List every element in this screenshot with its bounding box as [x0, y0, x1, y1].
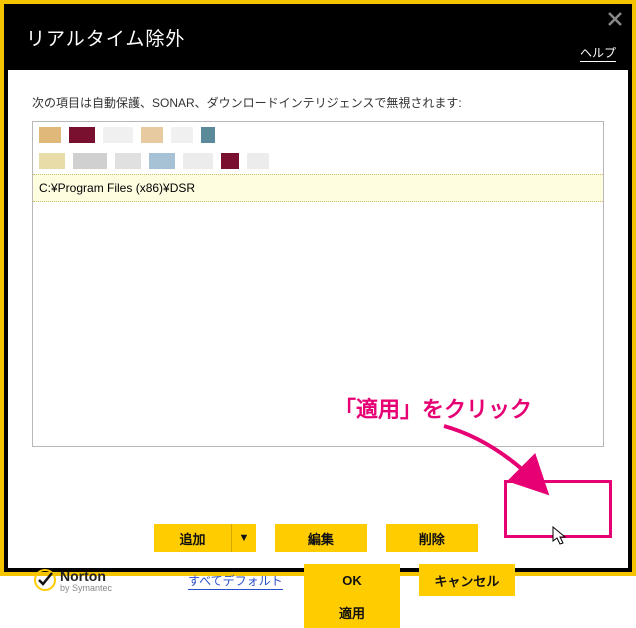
add-dropdown-button[interactable]: ▼: [232, 524, 256, 552]
content-panel: 次の項目は自動保護、SONAR、ダウンロードインテリジェンスで無視されます: C…: [8, 70, 628, 568]
apply-button[interactable]: 適用: [304, 596, 400, 628]
add-button[interactable]: 追加: [154, 524, 232, 552]
list-item[interactable]: [33, 122, 603, 148]
cancel-button[interactable]: キャンセル: [419, 564, 515, 596]
exclusion-list[interactable]: C:¥Program Files (x86)¥DSR: [32, 121, 604, 447]
list-item[interactable]: [33, 148, 603, 174]
description-text: 次の項目は自動保護、SONAR、ダウンロードインテリジェンスで無視されます:: [8, 70, 628, 121]
list-item-selected[interactable]: C:¥Program Files (x86)¥DSR: [33, 174, 603, 202]
delete-button[interactable]: 削除: [386, 524, 478, 552]
window-title: リアルタイム除外: [4, 4, 632, 51]
ok-button[interactable]: OK: [304, 564, 400, 596]
edit-button[interactable]: 編集: [275, 524, 367, 552]
titlebar: リアルタイム除外 ヘルプ: [4, 4, 632, 66]
list-action-buttons: 追加▼ 編集 削除: [8, 524, 628, 554]
help-link[interactable]: ヘルプ: [580, 44, 616, 62]
close-icon[interactable]: [606, 10, 624, 28]
dialog-buttons: OK キャンセル 適用: [8, 564, 628, 598]
